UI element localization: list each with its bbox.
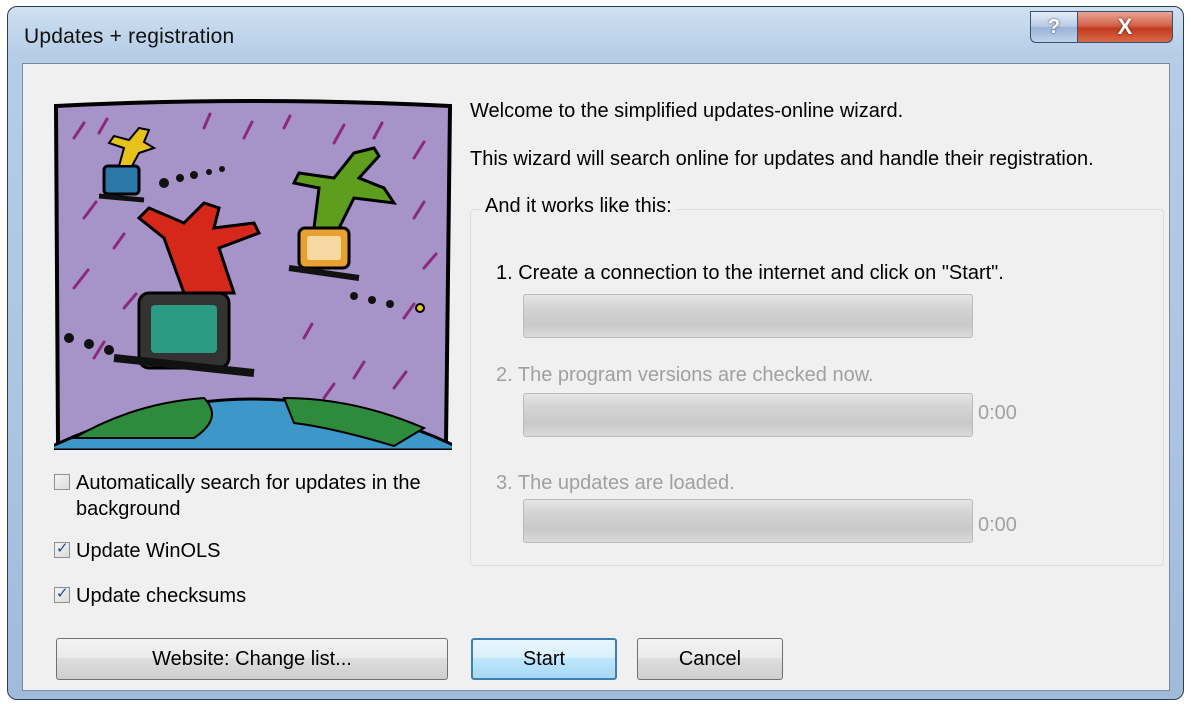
close-icon: X [1117,14,1133,39]
close-button[interactable]: X [1077,11,1173,43]
auto-search-label: Automatically search for updates in the … [76,472,421,520]
welcome-text: Welcome to the simplified updates-online… [470,100,904,122]
update-winols-label: Update WinOLS [76,540,221,562]
dialog-client-area: Automatically search for updates in the … [22,63,1170,691]
window-title: Updates + registration [24,25,235,48]
start-button[interactable]: Start [471,638,617,680]
website-change-list-button[interactable]: Website: Change list... [56,638,448,680]
step-1-progress-bar [523,294,973,338]
dialog-window: Updates + registration ? X Automatically… [7,6,1184,700]
step-3-progress-bar [523,499,973,543]
wizard-illustration [54,99,452,450]
step-3-label: 3. The updates are loaded. [496,472,735,494]
help-icon: ? [1047,15,1061,38]
update-winols-checkbox[interactable] [54,539,70,558]
update-checksums-option[interactable]: Update checksums [54,583,456,609]
help-button[interactable]: ? [1030,11,1078,43]
auto-search-checkbox[interactable] [54,474,70,490]
steps-group-title: And it works like this: [481,195,676,218]
step-2-time: 0:00 [978,402,1017,424]
auto-search-option[interactable]: Automatically search for updates in the … [54,470,456,522]
update-checksums-label: Update checksums [76,585,247,607]
step-1-label: 1. Create a connection to the internet a… [496,262,1004,284]
update-winols-option[interactable]: Update WinOLS [54,538,456,564]
step-3-time: 0:00 [978,514,1017,536]
update-checksums-checkbox[interactable] [54,584,70,603]
step-2-label: 2. The program versions are checked now. [496,364,874,386]
cancel-button[interactable]: Cancel [637,638,783,680]
description-text: This wizard will search online for updat… [470,148,1094,170]
step-2-progress-bar [523,393,973,437]
